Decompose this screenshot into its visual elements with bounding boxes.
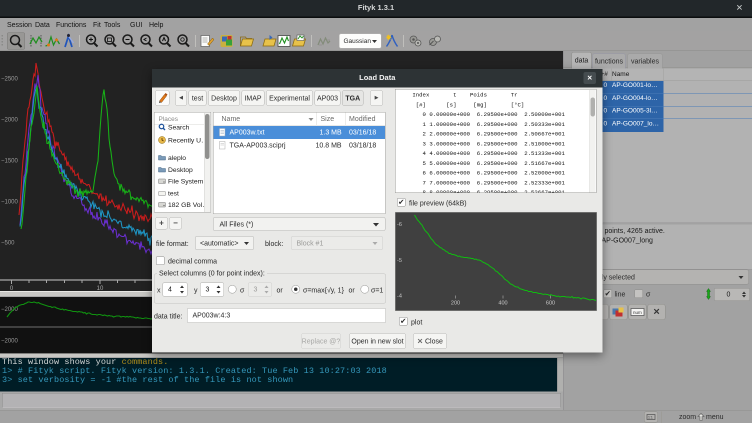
- svg-text:-5: -5: [397, 258, 402, 264]
- svg-text:400: 400: [498, 301, 507, 307]
- svg-text:600: 600: [546, 301, 555, 307]
- svg-text:200: 200: [451, 301, 460, 307]
- svg-text:-4: -4: [397, 294, 402, 300]
- svg-text:1:1: 1:1: [648, 416, 653, 420]
- svg-text:num: num: [633, 310, 642, 315]
- svg-text:-6: -6: [397, 222, 402, 228]
